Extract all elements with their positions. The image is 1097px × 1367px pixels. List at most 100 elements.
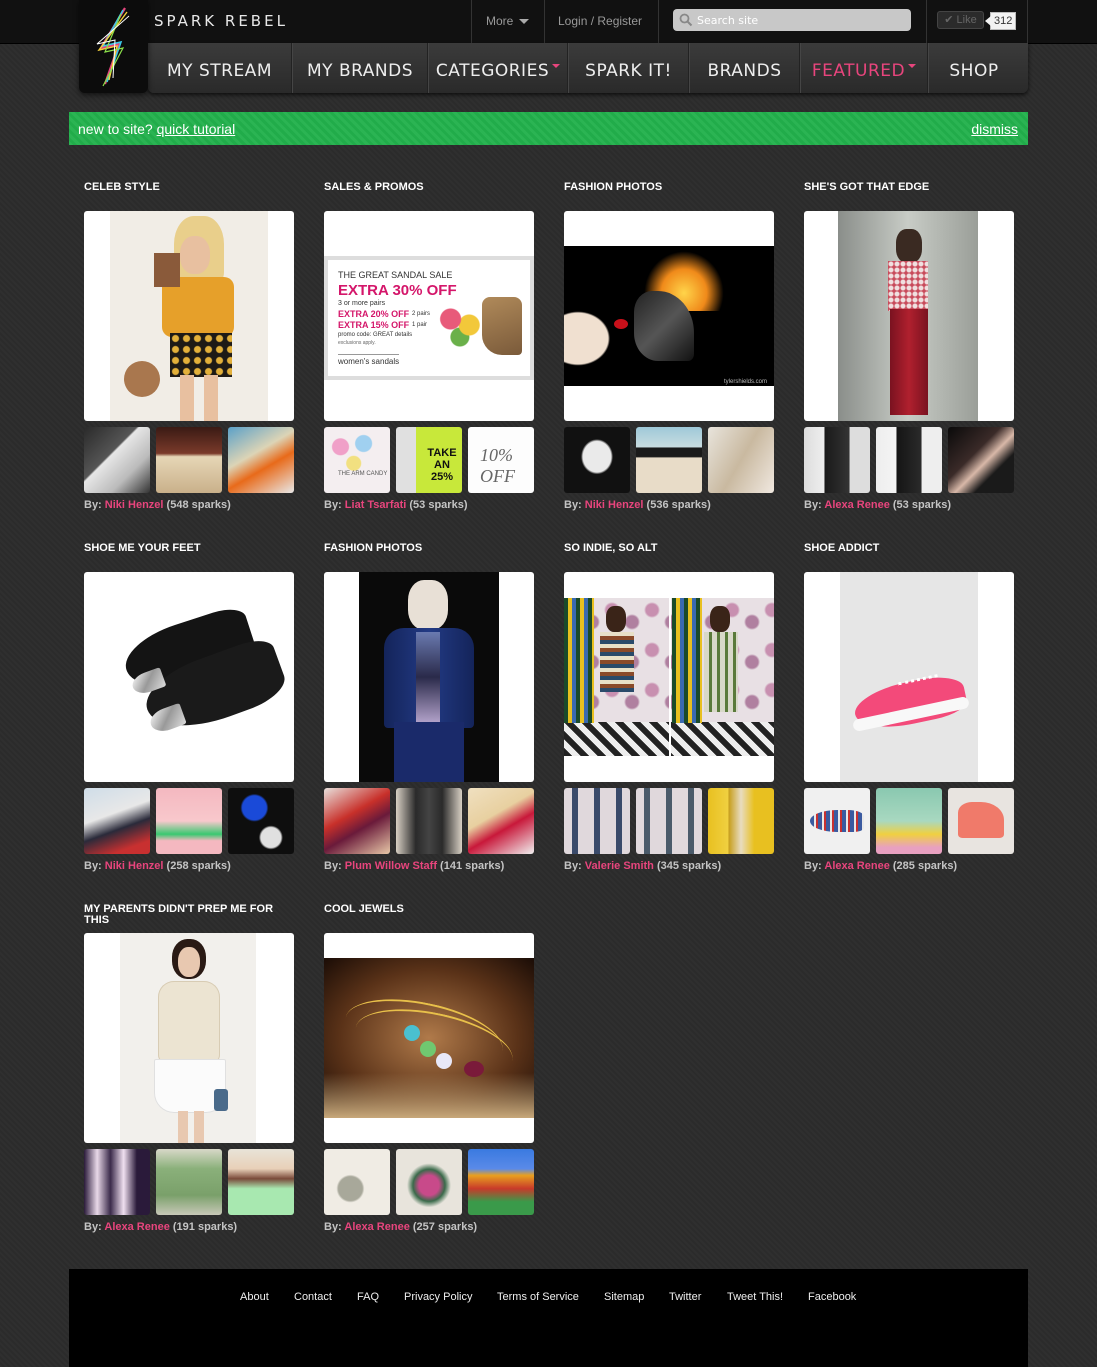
thumbnail[interactable] xyxy=(804,427,870,493)
thumbnail[interactable] xyxy=(396,788,462,854)
by-label: By: xyxy=(84,1221,102,1233)
card-main-image[interactable] xyxy=(84,572,294,782)
card-title[interactable]: CELEB STYLE xyxy=(84,182,284,193)
card-title[interactable]: MY PARENTS DIDN'T PREP ME FOR THIS xyxy=(84,904,284,926)
author-link[interactable]: Valerie Smith xyxy=(585,860,654,872)
site-logo[interactable] xyxy=(79,0,148,93)
more-menu[interactable]: More xyxy=(486,14,530,28)
card-title[interactable]: FASHION PHOTOS xyxy=(324,543,524,554)
author-link[interactable]: Alexa Renee xyxy=(824,499,889,511)
card-main-image[interactable] xyxy=(804,572,1014,782)
thumbnail[interactable]: THE ARM CANDY xyxy=(324,427,390,493)
thumbnail[interactable] xyxy=(564,427,630,493)
thumb-text: 10% OFF xyxy=(480,445,515,486)
card-main-image[interactable]: tylershields.com xyxy=(564,211,774,421)
by-label: By: xyxy=(324,860,342,872)
nav-brands[interactable]: BRANDS xyxy=(688,43,800,93)
thumbnail[interactable] xyxy=(324,788,390,854)
card-main-image[interactable] xyxy=(84,933,294,1143)
thumbnail[interactable] xyxy=(228,427,294,493)
footer-link-twitter[interactable]: Twitter xyxy=(669,1291,701,1303)
thumbnail[interactable] xyxy=(564,788,630,854)
footer-link-tweet-this[interactable]: Tweet This! xyxy=(727,1291,783,1303)
author-link[interactable]: Plum Willow Staff xyxy=(345,860,437,872)
footer-link-contact[interactable]: Contact xyxy=(294,1291,332,1303)
quick-tutorial-link[interactable]: quick tutorial xyxy=(157,121,236,137)
author-link[interactable]: Niki Henzel xyxy=(105,499,164,511)
thumbnail[interactable] xyxy=(468,1149,534,1215)
card-byline: By: Alexa Renee (257 sparks) xyxy=(324,1221,477,1233)
card-main-image[interactable] xyxy=(564,572,774,782)
thumbnail[interactable] xyxy=(228,788,294,854)
like-label: Like xyxy=(956,14,977,26)
thumbnail[interactable] xyxy=(636,788,702,854)
footer-link-about[interactable]: About xyxy=(240,1291,269,1303)
card-main-image[interactable] xyxy=(804,211,1014,421)
card-title[interactable]: SO INDIE, SO ALT xyxy=(564,543,764,554)
thumbnail[interactable] xyxy=(948,788,1014,854)
dismiss-link[interactable]: dismiss xyxy=(971,121,1018,137)
thumbnail[interactable] xyxy=(84,1149,150,1215)
card-title[interactable]: COOL JEWELS xyxy=(324,904,524,915)
thumbnail[interactable] xyxy=(468,788,534,854)
brand-name[interactable]: SPARK REBEL xyxy=(154,12,288,30)
card-byline: By: Alexa Renee (53 sparks) xyxy=(804,499,951,511)
nav-featured[interactable]: FEATURED xyxy=(799,43,928,93)
card-main-image[interactable]: THE GREAT SANDAL SALE EXTRA 30% OFF 3 or… xyxy=(324,211,534,421)
thumbnail[interactable] xyxy=(708,427,774,493)
card-main-image[interactable] xyxy=(324,933,534,1143)
divider xyxy=(471,0,472,43)
thumbnail[interactable]: 10% OFF xyxy=(468,427,534,493)
thumbnail[interactable] xyxy=(228,1149,294,1215)
promo-line: 1 pair xyxy=(412,322,428,328)
card-title[interactable]: SHOE ADDICT xyxy=(804,543,1004,554)
thumbnail[interactable] xyxy=(84,427,150,493)
author-link[interactable]: Alexa Renee xyxy=(104,1221,169,1233)
nav-categories-label: CATEGORIES xyxy=(435,61,550,81)
footer-link-terms[interactable]: Terms of Service xyxy=(497,1291,579,1303)
card-main-image[interactable] xyxy=(324,572,534,782)
thumbnail[interactable] xyxy=(636,427,702,493)
footer-link-privacy[interactable]: Privacy Policy xyxy=(404,1291,472,1303)
author-link[interactable]: Niki Henzel xyxy=(105,860,164,872)
thumbnail[interactable] xyxy=(876,788,942,854)
footer-link-facebook[interactable]: Facebook xyxy=(808,1291,856,1303)
card-title[interactable]: FASHION PHOTOS xyxy=(564,182,764,193)
footer-link-faq[interactable]: FAQ xyxy=(357,1291,379,1303)
author-link[interactable]: Niki Henzel xyxy=(585,499,644,511)
thumbnail[interactable] xyxy=(804,788,870,854)
thumbnail[interactable] xyxy=(156,1149,222,1215)
thumbnail[interactable] xyxy=(84,788,150,854)
footer-link-sitemap[interactable]: Sitemap xyxy=(604,1291,644,1303)
card-title[interactable]: SALES & PROMOS xyxy=(324,182,524,193)
thumbnail[interactable] xyxy=(396,1149,462,1215)
divider xyxy=(658,0,659,43)
card-main-image[interactable] xyxy=(84,211,294,421)
nav-spark-it[interactable]: SPARK IT! xyxy=(567,43,689,93)
nav-categories[interactable]: CATEGORIES xyxy=(427,43,568,93)
thumbnail[interactable] xyxy=(156,427,222,493)
login-register-link[interactable]: Login / Register xyxy=(558,14,642,28)
author-link[interactable]: Alexa Renee xyxy=(344,1221,409,1233)
card-title[interactable]: SHOE ME YOUR FEET xyxy=(84,543,284,554)
thumbnail[interactable] xyxy=(708,788,774,854)
thumbnail[interactable]: TAKE AN 25% xyxy=(396,427,462,493)
thumbnail[interactable] xyxy=(156,788,222,854)
tutorial-banner: new to site? quick tutorial dismiss xyxy=(69,112,1028,145)
caret-down-icon xyxy=(552,64,561,68)
author-link[interactable]: Alexa Renee xyxy=(824,860,889,872)
thumbnail[interactable] xyxy=(948,427,1014,493)
sparks-count: (536 sparks) xyxy=(646,499,711,511)
nav-my-stream[interactable]: MY STREAM xyxy=(148,43,291,93)
card-title[interactable]: SHE'S GOT THAT EDGE xyxy=(804,182,1004,193)
like-button[interactable]: ✔ Like xyxy=(937,11,984,29)
search-input[interactable] xyxy=(697,9,902,31)
nav-my-brands[interactable]: MY BRANDS xyxy=(291,43,428,93)
watermark: tylershields.com xyxy=(724,379,768,385)
sparks-count: (141 sparks) xyxy=(440,860,505,872)
thumbnail[interactable] xyxy=(876,427,942,493)
tutorial-text: new to site? quick tutorial xyxy=(78,121,235,137)
author-link[interactable]: Liat Tsarfati xyxy=(345,499,407,511)
nav-shop[interactable]: SHOP xyxy=(927,43,1020,93)
thumbnail[interactable] xyxy=(324,1149,390,1215)
